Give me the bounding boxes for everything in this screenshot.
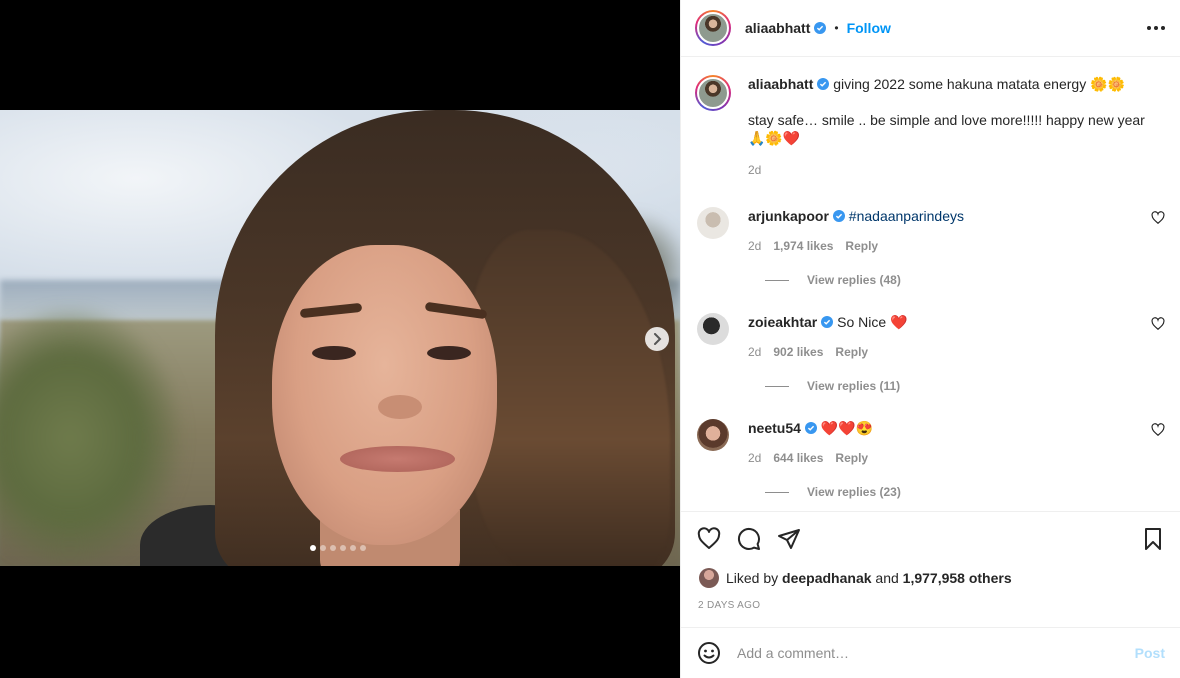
comment-username[interactable]: arjunkapoor bbox=[748, 208, 829, 224]
share-paper-plane-icon[interactable] bbox=[777, 527, 801, 551]
view-replies-label: View replies (23) bbox=[807, 485, 901, 499]
caption-line2: stay safe… smile .. be simple and love m… bbox=[748, 112, 1145, 146]
photo-lips bbox=[340, 446, 455, 472]
carousel-indicator bbox=[310, 545, 366, 551]
reply-button[interactable]: Reply bbox=[845, 239, 878, 253]
post-timestamp[interactable]: 2 DAYS AGO bbox=[698, 600, 760, 611]
header-separator: • bbox=[834, 21, 839, 35]
view-replies-button[interactable]: View replies (11) bbox=[765, 379, 1165, 393]
carousel-dot bbox=[360, 545, 366, 551]
likes-and: and bbox=[875, 570, 899, 586]
comment-item: arjunkapoor #nadaanparindeys 2d 1,974 li… bbox=[695, 207, 1165, 287]
verified-badge-icon bbox=[821, 316, 834, 328]
post-photo[interactable] bbox=[0, 110, 680, 566]
view-replies-label: View replies (11) bbox=[807, 379, 901, 393]
author-username[interactable]: aliaabhatt bbox=[745, 20, 810, 36]
post-panel: aliaabhatt • Follow aliaabhatt giving 20… bbox=[680, 0, 1180, 678]
verified-badge-icon bbox=[814, 22, 827, 34]
post-dialog: aliaabhatt • Follow aliaabhatt giving 20… bbox=[0, 0, 1180, 678]
verified-badge-icon bbox=[832, 210, 845, 222]
comment-likes[interactable]: 1,974 likes bbox=[773, 239, 833, 253]
liker-username[interactable]: deepadhanak bbox=[782, 570, 871, 586]
comment-avatar[interactable] bbox=[697, 313, 729, 345]
reply-button[interactable]: Reply bbox=[835, 451, 868, 465]
view-replies-label: View replies (48) bbox=[807, 273, 901, 287]
verified-badge-icon bbox=[804, 422, 817, 434]
post-comment-button[interactable]: Post bbox=[1135, 645, 1165, 661]
reply-button[interactable]: Reply bbox=[835, 345, 868, 359]
photo-eye-right bbox=[427, 346, 471, 360]
post-actions: Liked by deepadhanak and 1,977,958 other… bbox=[681, 511, 1180, 627]
comment-avatar[interactable] bbox=[697, 419, 729, 451]
emoji-smiley-icon[interactable] bbox=[697, 641, 721, 665]
carousel-dot bbox=[320, 545, 326, 551]
carousel-dot bbox=[330, 545, 336, 551]
comments-list[interactable]: aliaabhatt giving 2022 some hakuna matat… bbox=[681, 57, 1180, 510]
like-heart-icon[interactable] bbox=[697, 527, 721, 551]
carousel-next-button[interactable] bbox=[645, 327, 669, 351]
photo-nose bbox=[378, 395, 422, 419]
comment-time: 2d bbox=[748, 451, 762, 465]
heart-outline-icon[interactable] bbox=[1151, 211, 1165, 225]
caption-username[interactable]: aliaabhatt bbox=[748, 76, 813, 92]
comment-item: neetu54 ❤️❤️😍 2d 644 likes Reply View re… bbox=[695, 419, 1165, 499]
author-avatar[interactable] bbox=[695, 10, 731, 46]
likes-prefix: Liked by bbox=[726, 570, 779, 586]
carousel-dot bbox=[310, 545, 316, 551]
likes-summary: Liked by deepadhanak and 1,977,958 other… bbox=[699, 568, 1012, 588]
comment-bubble-icon[interactable] bbox=[737, 527, 761, 551]
post-header: aliaabhatt • Follow bbox=[681, 0, 1180, 57]
caption-line1: giving 2022 some hakuna matata energy 🌼🌼 bbox=[833, 76, 1125, 92]
verified-badge-icon bbox=[817, 78, 830, 90]
caption: aliaabhatt giving 2022 some hakuna matat… bbox=[695, 75, 1165, 179]
add-comment-bar: Post bbox=[681, 627, 1180, 678]
add-comment-input[interactable] bbox=[737, 645, 1135, 661]
comment-avatar[interactable] bbox=[697, 207, 729, 239]
comment-text: ❤️❤️😍 bbox=[820, 420, 874, 436]
carousel-dot bbox=[340, 545, 346, 551]
heart-outline-icon[interactable] bbox=[1151, 423, 1165, 437]
follow-button[interactable]: Follow bbox=[847, 20, 891, 36]
comment-username[interactable]: zoieakhtar bbox=[748, 314, 817, 330]
comment-time: 2d bbox=[748, 239, 762, 253]
comment-text: So Nice ❤️ bbox=[837, 314, 908, 330]
comment-username[interactable]: neetu54 bbox=[748, 420, 801, 436]
more-options-icon[interactable] bbox=[1147, 26, 1165, 30]
likes-others[interactable]: 1,977,958 others bbox=[903, 570, 1012, 586]
comment-time: 2d bbox=[748, 345, 762, 359]
photo-face bbox=[272, 245, 497, 545]
liker-avatar[interactable] bbox=[699, 568, 719, 588]
save-bookmark-icon[interactable] bbox=[1141, 527, 1165, 551]
comment-text[interactable]: #nadaanparindeys bbox=[849, 208, 964, 224]
heart-outline-icon[interactable] bbox=[1151, 317, 1165, 331]
caption-avatar[interactable] bbox=[695, 75, 731, 111]
media-viewer bbox=[0, 0, 680, 678]
view-replies-button[interactable]: View replies (23) bbox=[765, 485, 1165, 499]
photo-eye-left bbox=[312, 346, 356, 360]
chevron-right-icon bbox=[654, 333, 662, 345]
view-replies-button[interactable]: View replies (48) bbox=[765, 273, 1165, 287]
comment-likes[interactable]: 644 likes bbox=[773, 451, 823, 465]
comment-likes[interactable]: 902 likes bbox=[773, 345, 823, 359]
carousel-dot bbox=[350, 545, 356, 551]
caption-time: 2d bbox=[748, 163, 762, 177]
comment-item: zoieakhtar So Nice ❤️ 2d 902 likes Reply… bbox=[695, 313, 1165, 393]
